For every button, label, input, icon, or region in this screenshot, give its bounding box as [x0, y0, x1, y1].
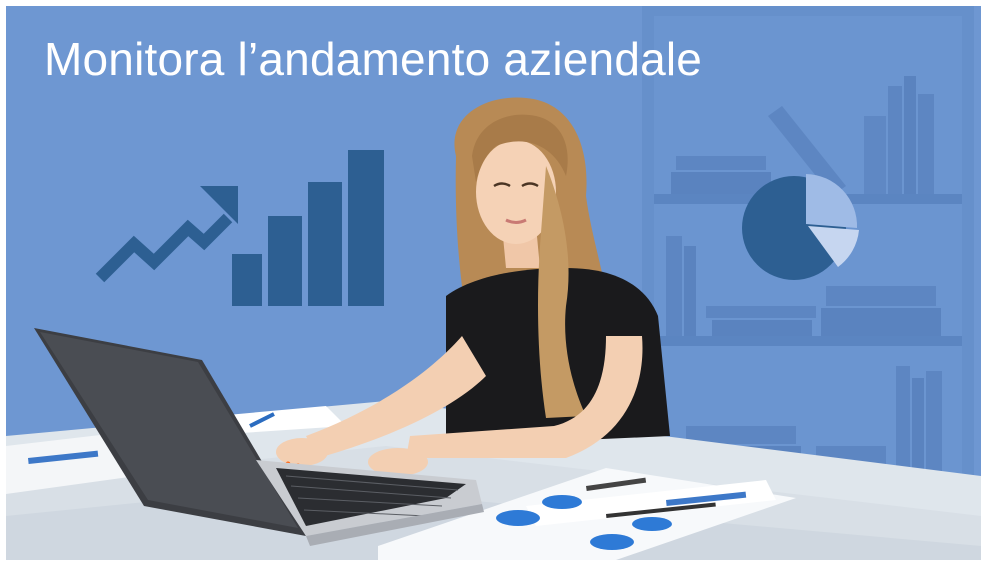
pie-chart-icon — [742, 174, 859, 280]
page-title: Monitora l’andamento aziendale — [44, 33, 703, 85]
bar-chart-icon — [232, 150, 384, 306]
banner-illustration — [6, 6, 981, 560]
trend-arrow-icon — [95, 186, 238, 283]
banner: Monitora l’andamento aziendale — [6, 6, 981, 560]
